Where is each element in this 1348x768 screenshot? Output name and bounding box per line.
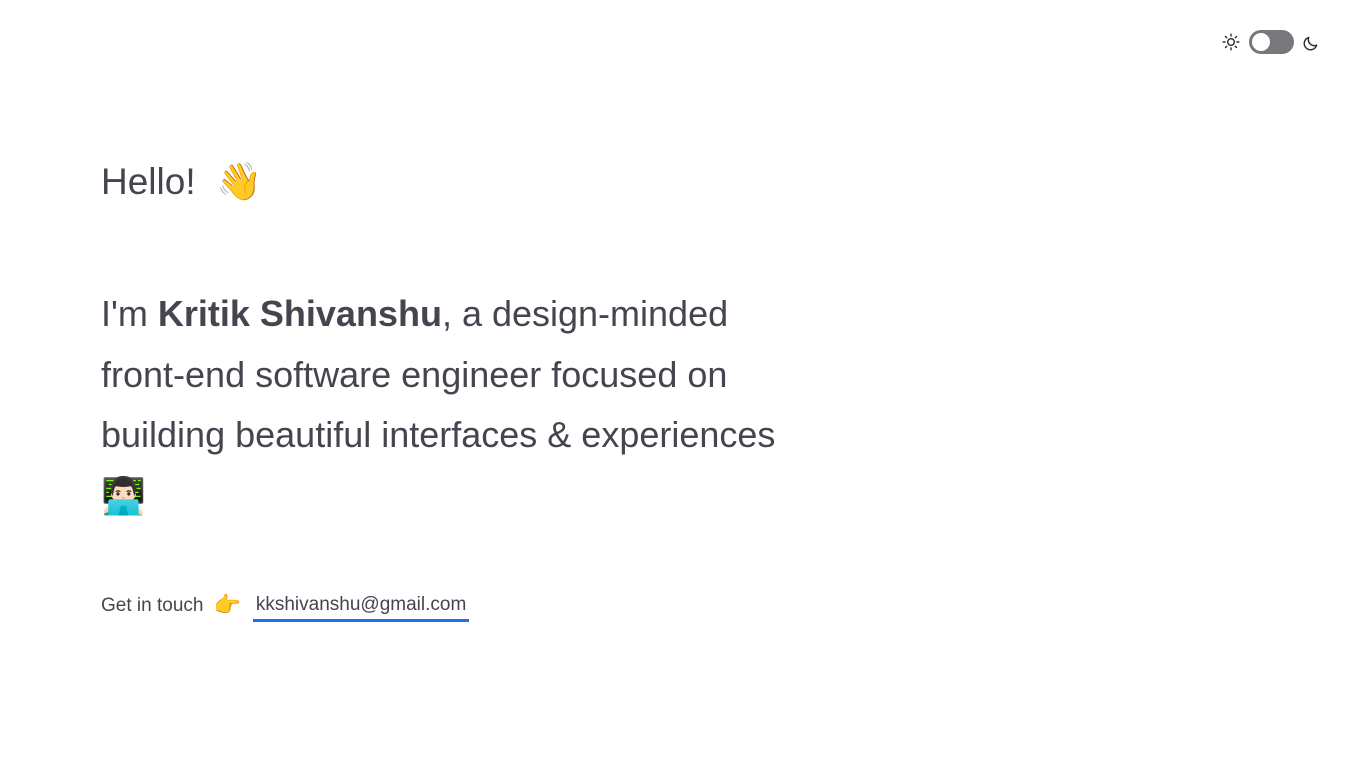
theme-toggle[interactable] xyxy=(1249,30,1294,54)
author-name: Kritik Shivanshu xyxy=(157,293,442,334)
toggle-knob xyxy=(1252,33,1270,51)
intro-prefix: I'm xyxy=(101,293,158,334)
moon-icon xyxy=(1303,34,1320,51)
sun-icon xyxy=(1222,33,1240,51)
greeting-heading: Hello! 👋 xyxy=(101,156,262,208)
greeting-text: Hello! xyxy=(101,161,196,202)
theme-switcher xyxy=(1222,30,1320,54)
pointing-hand-icon: 👉 xyxy=(213,593,241,618)
email-link[interactable]: kkshivanshu@gmail.com xyxy=(252,591,470,622)
intro-paragraph: I'm Kritik Shivanshu, a design-minded fr… xyxy=(101,284,811,527)
waving-hand-icon: 👋 xyxy=(216,160,263,203)
contact-label: Get in touch xyxy=(101,595,204,616)
contact-row: Get in touch 👉 kkshivanshu@gmail.com xyxy=(101,590,470,622)
technologist-icon: 👨🏻‍💻 xyxy=(101,475,146,517)
